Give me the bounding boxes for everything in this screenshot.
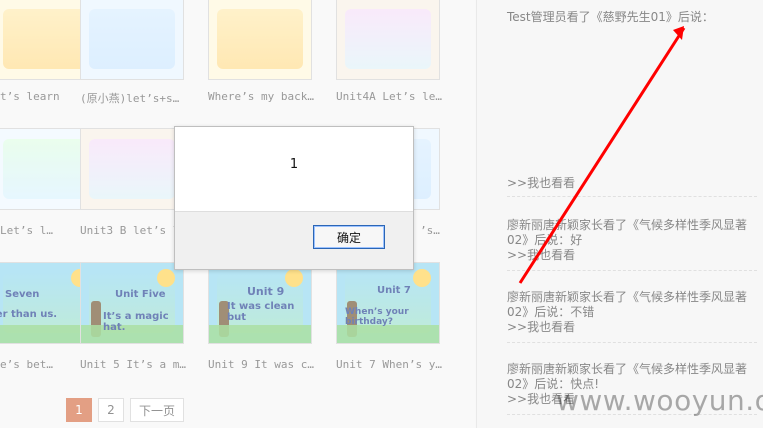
watermark: www.wooyun.org xyxy=(556,384,763,417)
alert-message: 1 xyxy=(289,157,299,172)
alert-dialog: 1 确定 xyxy=(174,126,414,270)
ok-button[interactable]: 确定 xyxy=(313,225,385,249)
